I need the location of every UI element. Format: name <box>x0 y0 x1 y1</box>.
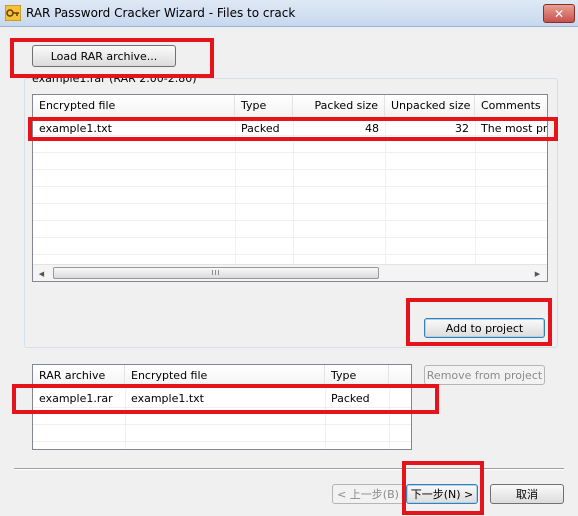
grid-line <box>33 237 547 238</box>
grid-line <box>33 186 547 187</box>
archive-group-label: example1.rar (RAR 2.00-2.80) <box>30 72 199 85</box>
cell-rar-archive: example1.rar <box>39 392 113 405</box>
grid-line <box>33 424 411 425</box>
table-row[interactable]: example1.rar example1.txt Packed <box>33 390 411 407</box>
column-rar-archive[interactable]: RAR archive <box>33 365 125 387</box>
title-bar: RAR Password Cracker Wizard - Files to c… <box>0 0 578 27</box>
load-rar-archive-button[interactable]: Load RAR archive... <box>32 45 176 67</box>
cell-type: Packed <box>241 122 280 135</box>
grid-line <box>33 169 547 170</box>
grid-line <box>33 152 547 153</box>
grid-line <box>475 117 476 264</box>
grid-line <box>293 117 294 264</box>
separator <box>14 468 564 470</box>
encrypted-files-list[interactable]: Encrypted file Type Packed size Unpacked… <box>32 94 548 282</box>
remove-from-project-label: Remove from project <box>426 368 543 382</box>
scroll-right-arrow-icon[interactable]: ▶ <box>529 265 546 281</box>
scroll-thumb[interactable]: III <box>53 267 379 279</box>
close-icon: ✕ <box>553 6 565 21</box>
grid-line <box>33 203 547 204</box>
scroll-left-arrow-icon[interactable]: ◀ <box>33 265 50 281</box>
cell-comments: The most pref <box>481 122 547 135</box>
add-to-project-button[interactable]: Add to project <box>424 318 545 338</box>
cell-unpacked-size: 32 <box>455 122 469 135</box>
back-button[interactable]: < 上一步(B) <box>332 484 404 504</box>
cancel-button[interactable]: 取消 <box>490 484 564 504</box>
next-button[interactable]: 下一步(N) > <box>406 484 478 504</box>
encrypted-files-header: Encrypted file Type Packed size Unpacked… <box>33 95 547 118</box>
window-title: RAR Password Cracker Wizard - Files to c… <box>26 6 296 20</box>
column-type[interactable]: Type <box>235 95 293 117</box>
load-rar-archive-label: Load RAR archive... <box>50 49 158 63</box>
table-row[interactable]: example1.txt Packed 48 32 The most pref <box>33 120 547 137</box>
column-type[interactable]: Type <box>325 365 389 387</box>
column-encrypted-file[interactable]: Encrypted file <box>33 95 235 117</box>
cancel-label: 取消 <box>516 488 538 501</box>
column-empty <box>389 365 411 387</box>
horizontal-scrollbar[interactable]: ◀ III ▶ <box>33 264 547 281</box>
cell-packed-size: 48 <box>365 122 379 135</box>
grid-line <box>33 254 547 255</box>
grid-line <box>33 441 411 442</box>
project-files-list[interactable]: RAR archive Encrypted file Type example1… <box>32 364 412 450</box>
cell-type: Packed <box>331 392 370 405</box>
column-comments[interactable]: Comments <box>475 95 547 117</box>
add-to-project-label: Add to project <box>445 321 524 335</box>
grid-line <box>33 220 547 221</box>
grid-line <box>33 407 411 408</box>
back-label: < 上一步(B) <box>337 488 399 501</box>
close-button[interactable]: ✕ <box>543 4 575 23</box>
grip-icon: III <box>211 269 221 277</box>
grid-line <box>385 117 386 264</box>
remove-from-project-button[interactable]: Remove from project <box>424 365 545 385</box>
cell-encrypted-file: example1.txt <box>39 122 112 135</box>
key-app-icon <box>5 5 21 21</box>
cell-encrypted-file: example1.txt <box>131 392 204 405</box>
column-encrypted-file[interactable]: Encrypted file <box>125 365 325 387</box>
column-unpacked-size[interactable]: Unpacked size <box>385 95 475 117</box>
next-label: 下一步(N) > <box>410 488 474 501</box>
project-files-header: RAR archive Encrypted file Type <box>33 365 411 388</box>
grid-line <box>235 117 236 264</box>
column-packed-size[interactable]: Packed size <box>293 95 385 117</box>
